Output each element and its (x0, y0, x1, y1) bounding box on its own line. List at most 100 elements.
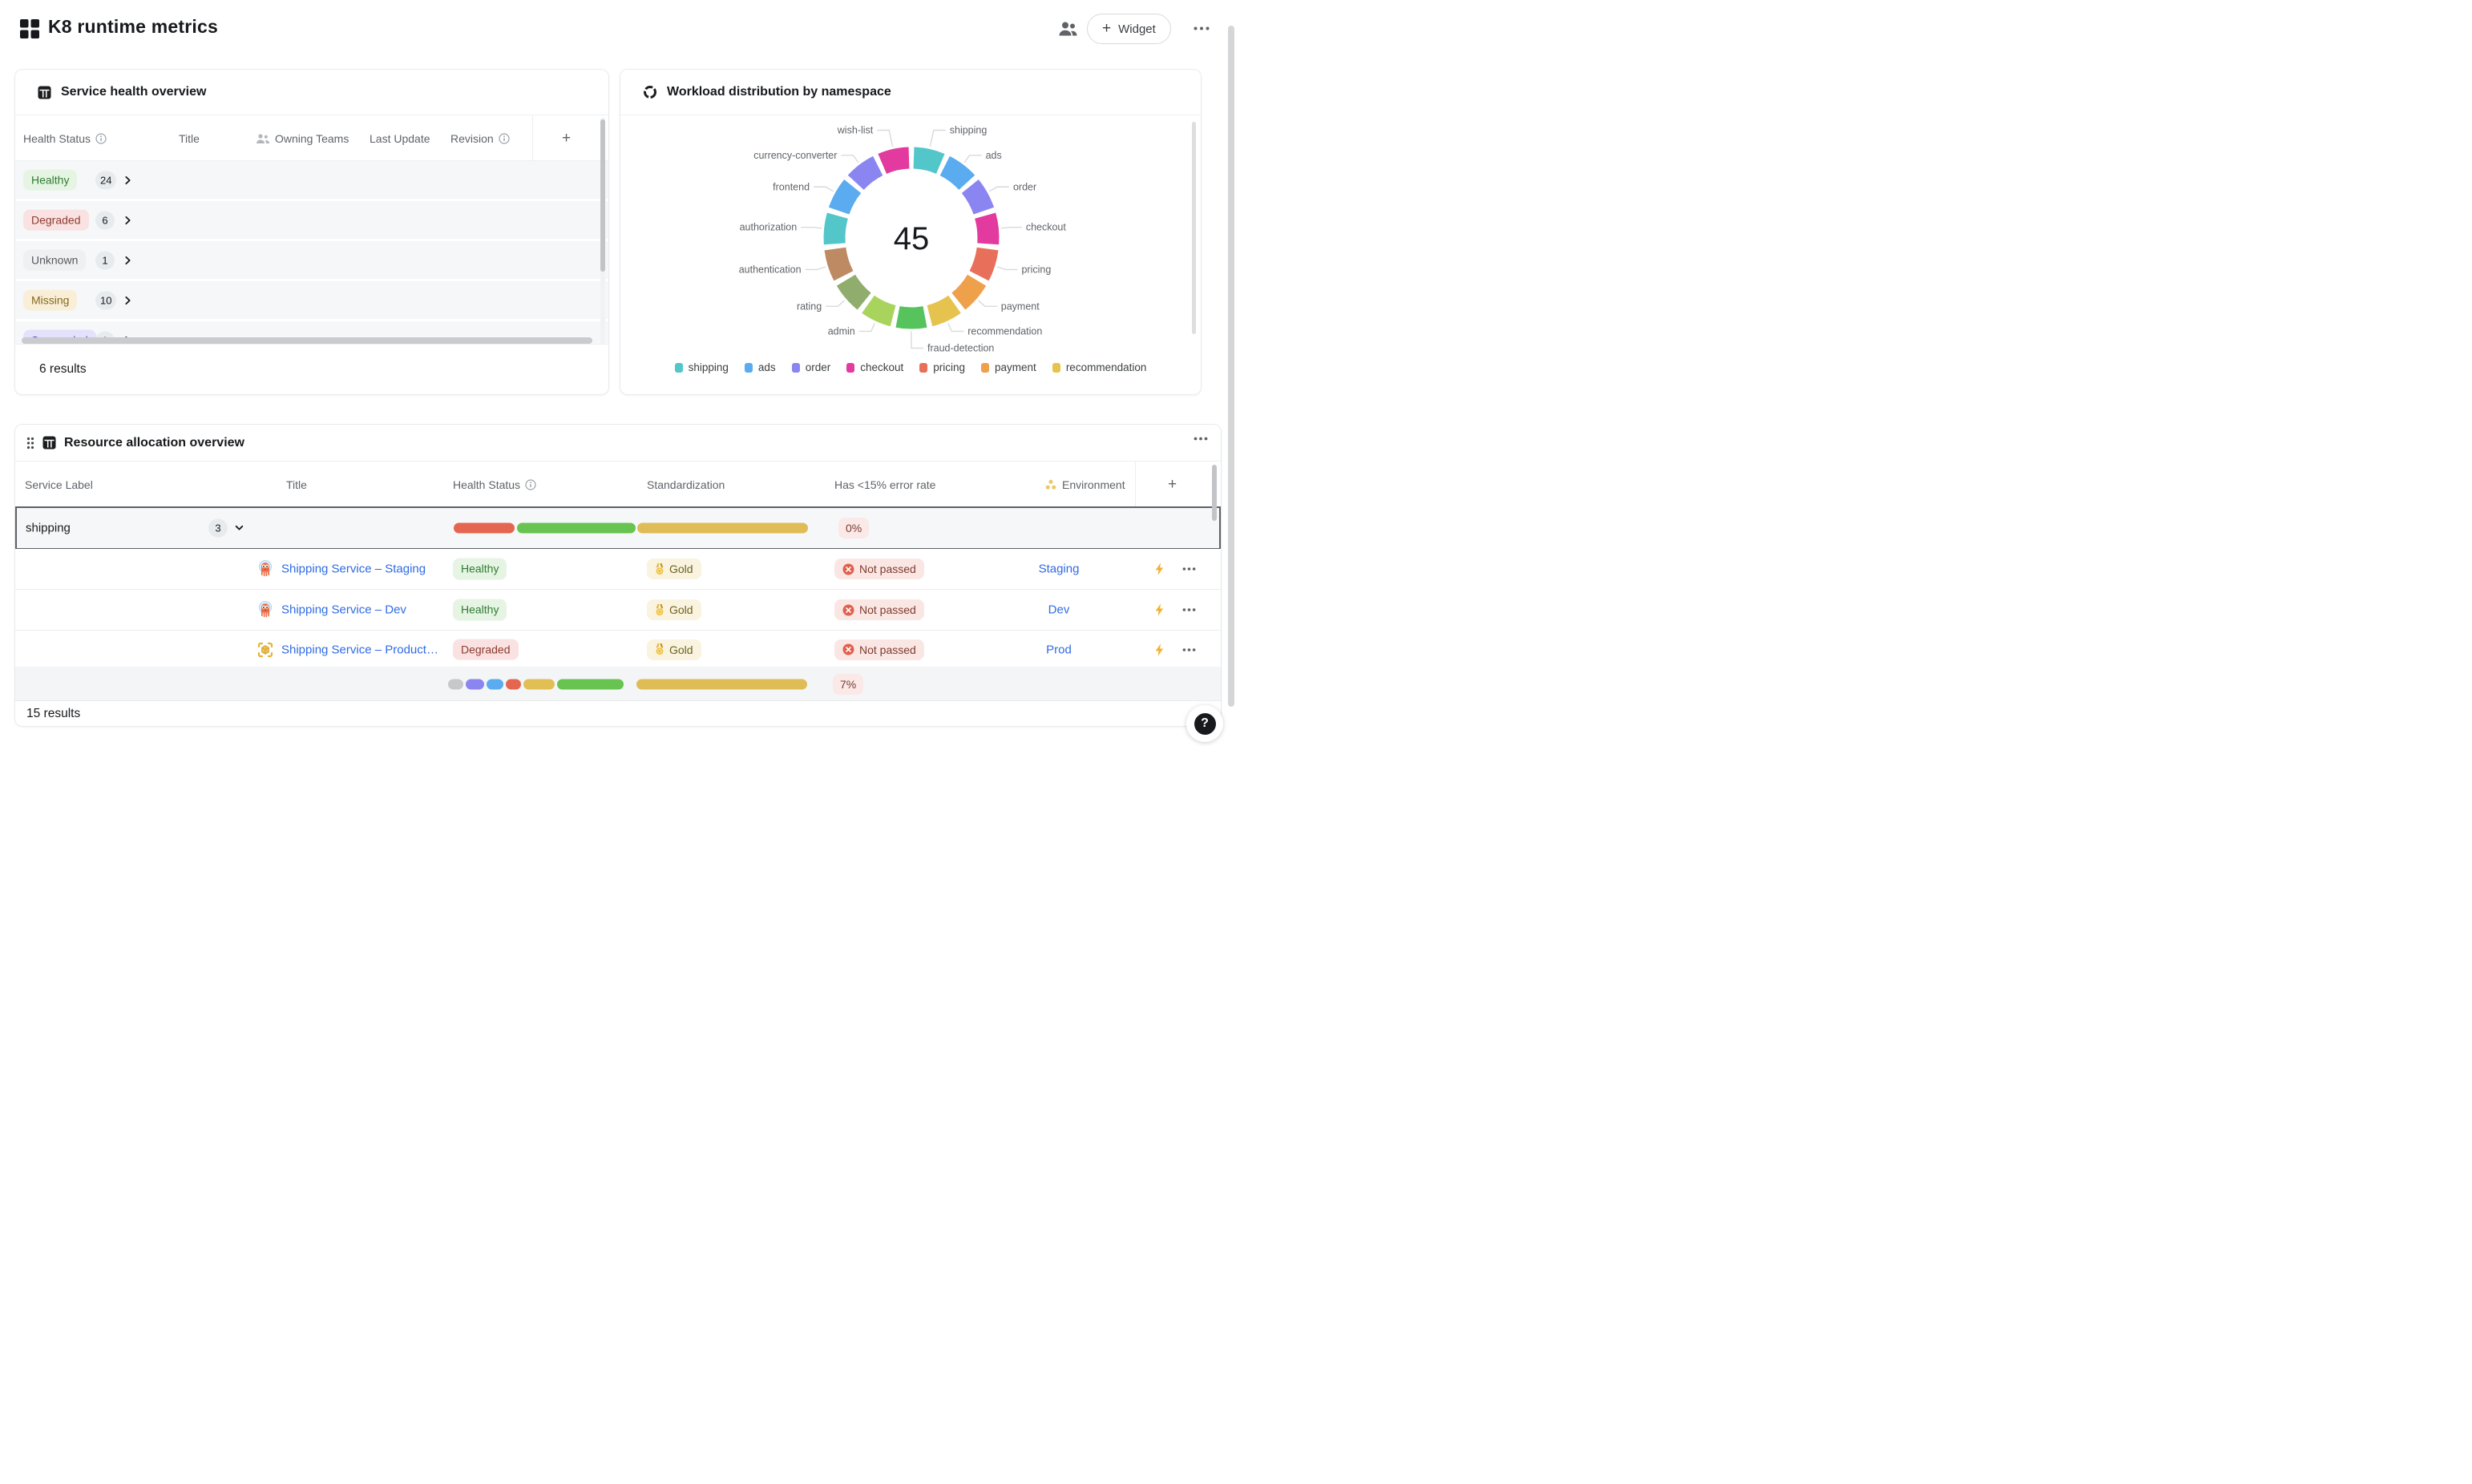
column-header-last-update[interactable]: Last Update (370, 115, 430, 161)
donut-segment-checkout[interactable] (985, 216, 988, 244)
namespace-donut-chart[interactable]: shippingadsordercheckoutpricingpaymentre… (620, 114, 1202, 356)
row-menu-icon[interactable] (1182, 567, 1196, 571)
donut-segment-ads[interactable] (945, 166, 967, 183)
environment-link[interactable]: Prod (1003, 643, 1115, 656)
panel-scrollbar-thumb[interactable] (1192, 122, 1196, 334)
legend-item-checkout[interactable]: checkout (846, 361, 903, 373)
table-row[interactable]: Unknown1 (15, 241, 608, 281)
column-header-health-status[interactable]: Health Status (23, 115, 107, 161)
label-leader-line (989, 187, 1009, 192)
table-row[interactable]: Healthy24 (15, 161, 608, 201)
row-menu-icon[interactable] (1182, 647, 1196, 651)
column-header-title[interactable]: Title (179, 115, 200, 161)
drag-handle-icon[interactable] (26, 437, 34, 450)
health-bar-segment (517, 523, 636, 534)
legend-label: checkout (860, 361, 903, 373)
not-passed-label: Not passed (859, 603, 916, 616)
column-header-health-status[interactable]: Health Status (453, 462, 536, 507)
info-icon[interactable] (95, 133, 107, 144)
service-title-link[interactable]: Shipping Service – Dev (281, 603, 406, 617)
label-leader-line (859, 323, 874, 331)
add-column-button[interactable]: + (1168, 462, 1177, 507)
legend-swatch (846, 363, 854, 373)
info-icon[interactable] (525, 479, 536, 490)
help-button[interactable]: ? (1186, 705, 1223, 742)
donut-label-checkout: checkout (1026, 222, 1067, 233)
add-widget-button[interactable]: + Widget (1087, 14, 1171, 44)
donut-label-ads: ads (986, 150, 1002, 161)
table-row[interactable]: Degraded6 (15, 201, 608, 241)
column-header-revision[interactable]: Revision (450, 115, 510, 161)
health-bar-segment (487, 679, 503, 690)
scorecard-bolt-icon[interactable] (1153, 562, 1165, 576)
donut-segment-order[interactable] (970, 186, 984, 211)
legend-swatch (792, 363, 800, 373)
service-row[interactable]: Shipping Service – DevHealthyGoldNot pas… (15, 590, 1221, 631)
legend-label: shipping (689, 361, 729, 373)
donut-segment-recommendation[interactable] (930, 304, 955, 316)
expand-row-icon[interactable] (123, 175, 133, 185)
donut-segment-payment[interactable] (959, 280, 977, 301)
info-icon[interactable] (499, 133, 510, 144)
vertical-scrollbar-thumb[interactable] (600, 119, 605, 272)
scorecard-bolt-icon[interactable] (1153, 603, 1165, 617)
legend-item-recommendation[interactable]: recommendation (1052, 361, 1147, 373)
aggregate-standardization-bar (636, 679, 807, 690)
collapse-group-icon[interactable] (234, 523, 244, 534)
service-title-link[interactable]: Shipping Service – Producti… (281, 643, 438, 656)
column-header-owning-teams[interactable]: Owning Teams (256, 115, 349, 161)
donut-segment-rating[interactable] (846, 280, 864, 301)
column-header-service-label[interactable]: Service Label (25, 462, 93, 507)
label-leader-line (964, 155, 981, 163)
donut-segment-wish-list[interactable] (883, 158, 909, 163)
not-passed-badge: Not passed (834, 639, 924, 660)
horizontal-scrollbar-thumb[interactable] (22, 337, 592, 344)
environment-link[interactable]: Dev (1003, 603, 1115, 617)
legend-label: ads (758, 361, 776, 373)
expand-row-icon[interactable] (123, 215, 133, 225)
legend-item-payment[interactable]: payment (981, 361, 1036, 373)
column-header-title[interactable]: Title (286, 462, 307, 507)
share-users-icon[interactable] (1058, 20, 1078, 37)
column-header-error-rate[interactable]: Has <15% error rate (834, 462, 935, 507)
donut-label-wish-list: wish-list (837, 125, 874, 136)
legend-item-shipping[interactable]: shipping (675, 361, 729, 373)
service-health-panel: Service health overview Health Status Ti… (14, 69, 609, 395)
donut-segment-frontend[interactable] (839, 186, 853, 211)
cluster-icon (1044, 479, 1057, 490)
page-menu-icon[interactable] (1194, 26, 1210, 30)
legend-item-pricing[interactable]: pricing (919, 361, 965, 373)
expand-row-icon[interactable] (123, 295, 133, 305)
donut-segment-pricing[interactable] (980, 249, 988, 276)
pie-chart-widget-icon (643, 85, 657, 99)
donut-segment-shipping[interactable] (914, 158, 940, 163)
donut-segment-admin[interactable] (868, 304, 893, 316)
health-bar-segment (523, 679, 555, 690)
add-column-button[interactable]: + (562, 115, 571, 161)
page-title: K8 runtime metrics (48, 16, 218, 38)
panel-menu-icon[interactable] (1194, 437, 1208, 441)
legend-item-order[interactable]: order (792, 361, 831, 373)
service-title-link[interactable]: Shipping Service – Staging (281, 563, 426, 576)
column-header-environment[interactable]: Environment (1044, 462, 1125, 507)
standardization-label: Gold (669, 563, 693, 575)
group-health-bar (454, 523, 636, 534)
page-scrollbar-thumb[interactable] (1228, 26, 1234, 707)
service-row[interactable]: Shipping Service – StagingHealthyGoldNot… (15, 549, 1221, 590)
environment-link[interactable]: Staging (1003, 563, 1115, 576)
health-status-badge: Healthy (453, 599, 507, 621)
service-row[interactable]: Shipping Service – Producti…DegradedGold… (15, 631, 1221, 669)
donut-segment-currency-converter[interactable] (856, 166, 879, 183)
group-row-shipping[interactable]: shipping 3 0% (16, 507, 1220, 549)
scorecard-bolt-icon[interactable] (1153, 643, 1165, 657)
expand-row-icon[interactable] (123, 255, 133, 265)
donut-segment-authorization[interactable] (834, 216, 838, 244)
donut-segment-fraud-detection[interactable] (898, 317, 925, 318)
table-row[interactable]: Missing10 (15, 281, 608, 321)
column-header-standardization[interactable]: Standardization (647, 462, 725, 507)
octopus-icon (257, 601, 273, 619)
donut-segment-authentication[interactable] (835, 249, 844, 276)
legend-item-ads[interactable]: ads (745, 361, 776, 373)
vertical-scrollbar-thumb[interactable] (1212, 465, 1217, 521)
row-menu-icon[interactable] (1182, 608, 1196, 612)
